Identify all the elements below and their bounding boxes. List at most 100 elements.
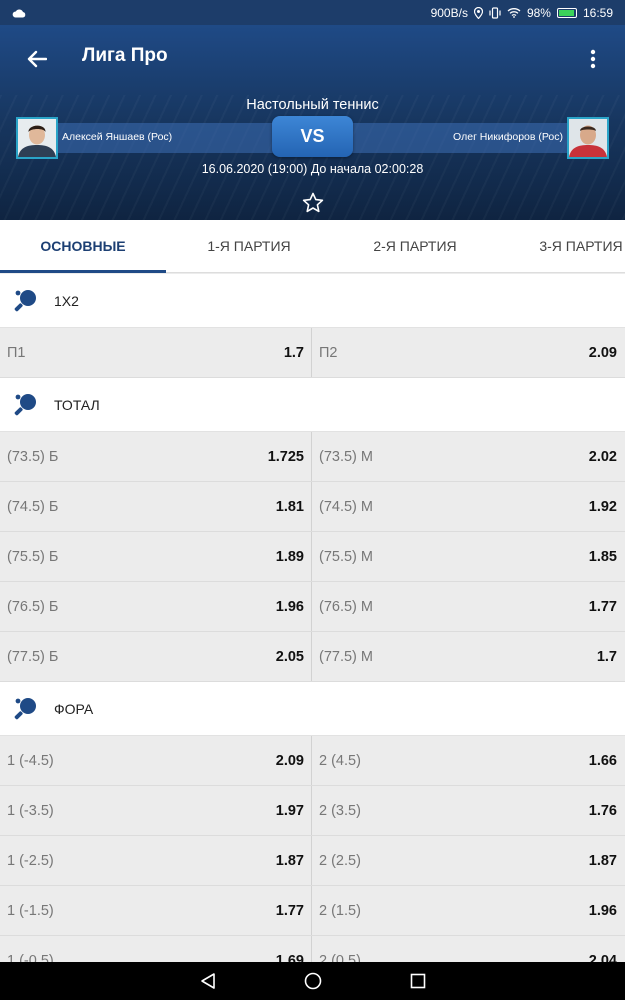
- team-left-avatar[interactable]: [16, 117, 58, 159]
- bet-name: 1 (-2.5): [7, 852, 54, 869]
- tab-main[interactable]: ОСНОВНЫЕ: [0, 220, 166, 273]
- bet-name: 2 (1.5): [319, 902, 361, 919]
- bet-odd: 2.02: [588, 448, 617, 465]
- bet-odd: 1.66: [588, 752, 617, 769]
- nav-recents-button[interactable]: [408, 971, 428, 991]
- table-tennis-icon: [14, 697, 36, 719]
- market-group-header[interactable]: ТОТАЛ: [0, 378, 625, 432]
- bet-cell[interactable]: (73.5) Б 1.725: [0, 432, 312, 481]
- bet-cell[interactable]: 2 (4.5) 1.66: [312, 736, 624, 785]
- bet-name: 2 (0.5): [319, 952, 361, 963]
- nav-home-icon: [304, 972, 321, 990]
- bet-odd: 1.725: [267, 448, 304, 465]
- bet-cell[interactable]: 1 (-3.5) 1.97: [0, 786, 312, 835]
- market-group-header[interactable]: 1X2: [0, 274, 625, 328]
- tab-set-1[interactable]: 1-Я ПАРТИЯ: [166, 220, 332, 272]
- bet-cell[interactable]: П1 1.7: [0, 328, 312, 377]
- market-row: 1 (-1.5) 1.77 2 (1.5) 1.96: [0, 886, 625, 936]
- bet-cell[interactable]: (74.5) М 1.92: [312, 482, 624, 531]
- nav-recents-icon: [410, 973, 425, 989]
- match-header: Лига Про Настольный теннис Алексей Яншае…: [0, 25, 625, 220]
- tab-set-3[interactable]: 3-Я ПАРТИЯ: [498, 220, 625, 272]
- location-icon: [473, 6, 483, 19]
- team-right-name[interactable]: Олег Никифоров (Рос): [453, 131, 563, 143]
- cloud-icon: [12, 8, 26, 17]
- bet-cell[interactable]: (73.5) М 2.02: [312, 432, 624, 481]
- bet-odd: 1.87: [588, 852, 617, 869]
- bet-cell[interactable]: (77.5) Б 2.05: [0, 632, 312, 681]
- vibrate-icon: [489, 6, 501, 19]
- bet-name: (74.5) М: [319, 498, 373, 515]
- market-row: (77.5) Б 2.05 (77.5) М 1.7: [0, 632, 625, 682]
- bet-odd: 2.05: [275, 648, 304, 665]
- market-row: (73.5) Б 1.725 (73.5) М 2.02: [0, 432, 625, 482]
- bet-odd: 1.96: [275, 598, 304, 615]
- page-title: Лига Про: [82, 45, 168, 66]
- bet-name: 2 (2.5): [319, 852, 361, 869]
- bet-odd: 2.09: [588, 344, 617, 361]
- market-group-header[interactable]: ФОРА: [0, 682, 625, 736]
- bet-odd: 1.85: [588, 548, 617, 565]
- bet-name: (76.5) М: [319, 598, 373, 615]
- team-right-avatar[interactable]: [567, 117, 609, 159]
- bet-cell[interactable]: (76.5) Б 1.96: [0, 582, 312, 631]
- market-row: 1 (-2.5) 1.87 2 (2.5) 1.87: [0, 836, 625, 886]
- bet-odd: 1.81: [275, 498, 304, 515]
- bet-cell[interactable]: 2 (0.5) 2.04: [312, 936, 624, 962]
- bet-name: 2 (4.5): [319, 752, 361, 769]
- bet-odd: 1.7: [283, 344, 304, 361]
- sport-name: Настольный теннис: [246, 97, 379, 113]
- bet-cell[interactable]: 2 (2.5) 1.87: [312, 836, 624, 885]
- bet-name: (77.5) Б: [7, 648, 59, 665]
- bet-odd: 2.09: [275, 752, 304, 769]
- bet-cell[interactable]: 1 (-1.5) 1.77: [0, 886, 312, 935]
- bet-odd: 1.69: [275, 952, 304, 963]
- bet-name: 2 (3.5): [319, 802, 361, 819]
- bet-name: 1 (-4.5): [7, 752, 54, 769]
- bet-odd: 1.77: [588, 598, 617, 615]
- more-options-button[interactable]: [583, 44, 603, 74]
- player-photo-icon: [18, 119, 56, 157]
- clock: 16:59: [582, 5, 613, 20]
- bet-cell[interactable]: (77.5) М 1.7: [312, 632, 624, 681]
- bet-name: 1 (-1.5): [7, 902, 54, 919]
- market-row: (75.5) Б 1.89 (75.5) М 1.85: [0, 532, 625, 582]
- bet-cell[interactable]: 2 (3.5) 1.76: [312, 786, 624, 835]
- markets-list[interactable]: 1X2 П1 1.7 П2 2.09 ТОТАЛ (73.5) Б 1.725 (73…: [0, 274, 625, 962]
- wifi-icon: [507, 8, 521, 18]
- bet-name: П1: [7, 344, 26, 361]
- bet-odd: 2.04: [588, 952, 617, 963]
- bet-cell[interactable]: (76.5) М 1.77: [312, 582, 624, 631]
- bet-cell[interactable]: 1 (-2.5) 1.87: [0, 836, 312, 885]
- status-bar: 900B/s 98% 16:59: [0, 0, 625, 25]
- bet-odd: 1.76: [588, 802, 617, 819]
- market-row: П1 1.7 П2 2.09: [0, 328, 625, 378]
- bet-odd: 1.87: [275, 852, 304, 869]
- bet-cell[interactable]: 1 (-4.5) 2.09: [0, 736, 312, 785]
- tab-set-2[interactable]: 2-Я ПАРТИЯ: [332, 220, 498, 272]
- favorite-button[interactable]: [301, 191, 325, 215]
- market-tabs: ОСНОВНЫЕ 1-Я ПАРТИЯ 2-Я ПАРТИЯ 3-Я ПАРТИ…: [0, 220, 625, 273]
- nav-home-button[interactable]: [303, 971, 323, 991]
- bet-cell[interactable]: П2 2.09: [312, 328, 624, 377]
- bet-name: (73.5) Б: [7, 448, 59, 465]
- market-group-label: ТОТАЛ: [54, 396, 100, 413]
- bet-odd: 1.89: [275, 548, 304, 565]
- bet-cell[interactable]: (75.5) Б 1.89: [0, 532, 312, 581]
- bet-cell[interactable]: 2 (1.5) 1.96: [312, 886, 624, 935]
- bet-name: П2: [319, 344, 338, 361]
- bet-cell[interactable]: (75.5) М 1.85: [312, 532, 624, 581]
- market-row: 1 (-0.5) 1.69 2 (0.5) 2.04: [0, 936, 625, 962]
- match-datetime: 16.06.2020 (19:00) До начала 02:00:28: [201, 162, 424, 176]
- bet-cell[interactable]: (74.5) Б 1.81: [0, 482, 312, 531]
- bet-cell[interactable]: 1 (-0.5) 1.69: [0, 936, 312, 962]
- table-tennis-icon: [14, 393, 36, 415]
- team-left-name[interactable]: Алексей Яншаев (Рос): [62, 131, 172, 143]
- market-row: 1 (-4.5) 2.09 2 (4.5) 1.66: [0, 736, 625, 786]
- table-tennis-icon: [14, 289, 36, 311]
- bet-name: 1 (-3.5): [7, 802, 54, 819]
- nav-back-button[interactable]: [198, 971, 218, 991]
- bet-odd: 1.7: [596, 648, 617, 665]
- back-button[interactable]: [22, 44, 52, 74]
- nav-back-icon: [200, 973, 215, 989]
